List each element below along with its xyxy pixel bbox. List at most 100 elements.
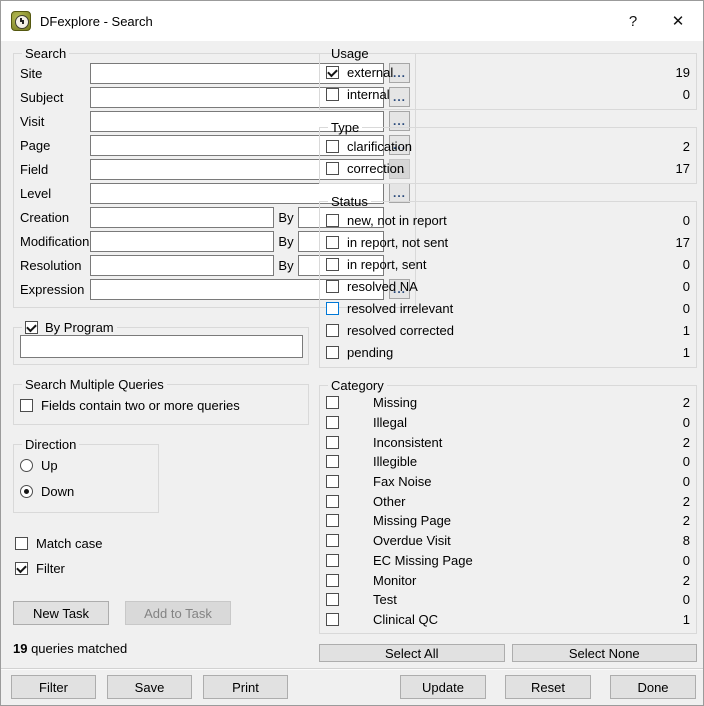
filter-item: Fax Noise 0: [326, 472, 692, 492]
filter-groups: Usageexternal19internal0 Typeclarificatio…: [319, 46, 697, 634]
checkbox-in-report-sent[interactable]: [326, 258, 339, 271]
filter-item: pending1: [326, 341, 692, 363]
filter-item-count: 0: [683, 279, 692, 294]
toggle-label: Match case: [36, 536, 102, 551]
group-title-category: Category: [328, 378, 387, 393]
filter-item: resolved irrelevant 0: [326, 297, 692, 319]
filter-item: Inconsistent2: [326, 432, 692, 452]
filter-item-count: 2: [683, 513, 692, 528]
subject-label: Subject: [20, 90, 90, 105]
filter-item: EC Missing Page0: [326, 551, 692, 571]
by-program-group: By Program: [13, 320, 309, 365]
site-label: Site: [20, 66, 90, 81]
direction-group: Direction UpDown: [13, 437, 159, 513]
field-label: Field: [20, 162, 90, 177]
checkbox-missing-page[interactable]: [326, 514, 339, 527]
checkbox-filter[interactable]: [15, 562, 28, 575]
checkbox-clarification[interactable]: [326, 140, 339, 153]
filter-button[interactable]: Filter: [11, 675, 96, 699]
direction-title: Direction: [22, 437, 79, 452]
new-task-button[interactable]: New Task: [13, 601, 109, 625]
filter-item-label: resolved NA: [347, 279, 418, 294]
filter-item-count: 8: [683, 533, 692, 548]
filter-item: Missing2: [326, 393, 692, 413]
modification-input[interactable]: [90, 231, 274, 252]
group-title-type: Type: [328, 120, 362, 135]
filter-item-label: Missing: [373, 395, 417, 410]
print-button[interactable]: Print: [203, 675, 288, 699]
filter-item-label: Test: [373, 592, 397, 607]
by-label: By: [274, 210, 298, 225]
toggle-label: Filter: [36, 561, 65, 576]
select-none-button[interactable]: Select None: [512, 644, 698, 662]
checkbox-resolved-na[interactable]: [326, 280, 339, 293]
checkbox-other[interactable]: [326, 495, 339, 508]
group-title-status: Status: [328, 194, 371, 209]
filter-item-label: Missing Page: [373, 513, 451, 528]
filter-item-count: 1: [683, 345, 692, 360]
multiple-queries-checkbox[interactable]: [20, 399, 33, 412]
checkbox-clinical-qc[interactable]: [326, 613, 339, 626]
filter-item-label: Fax Noise: [373, 474, 432, 489]
checkbox-inconsistent[interactable]: [326, 436, 339, 449]
checkbox-overdue-visit[interactable]: [326, 534, 339, 547]
group-type: Typeclarification2correction17: [319, 120, 697, 184]
resolution-input[interactable]: [90, 255, 274, 276]
select-all-button[interactable]: Select All: [319, 644, 505, 662]
checkbox-illegible[interactable]: [326, 455, 339, 468]
checkbox-new-not-in-report[interactable]: [326, 214, 339, 227]
checkbox-internal[interactable]: [326, 88, 339, 101]
filter-item-count: 0: [683, 474, 692, 489]
close-button[interactable]: ✕: [655, 1, 701, 41]
by-program-input[interactable]: [20, 335, 303, 358]
filter-item-label: Overdue Visit: [373, 533, 451, 548]
group-status: Statusnew, not in report0in report, not …: [319, 194, 697, 368]
checkbox-resolved-irrelevant[interactable]: [326, 302, 339, 315]
filter-item: resolved NA 0: [326, 275, 692, 297]
radio-down[interactable]: [20, 485, 33, 498]
direction-options: UpDown: [20, 452, 153, 504]
multiple-queries-title: Search Multiple Queries: [22, 377, 167, 392]
filter-item-count: 0: [683, 257, 692, 272]
filter-item: Other2: [326, 491, 692, 511]
app-clock-icon: [11, 11, 31, 31]
checkbox-test[interactable]: [326, 593, 339, 606]
group-category: CategoryMissing2Illegal0Inconsistent2Ill…: [319, 378, 697, 634]
help-button[interactable]: ?: [611, 1, 655, 41]
footer-right-buttons: Update Reset Done: [400, 675, 696, 699]
update-button[interactable]: Update: [400, 675, 486, 699]
reset-button[interactable]: Reset: [505, 675, 591, 699]
checkbox-correction[interactable]: [326, 162, 339, 175]
done-button[interactable]: Done: [610, 675, 696, 699]
checkbox-illegal[interactable]: [326, 416, 339, 429]
titlebar: DFexplore - Search ? ✕: [1, 1, 703, 41]
direction-option-label: Down: [41, 484, 74, 499]
radio-up[interactable]: [20, 459, 33, 472]
save-button[interactable]: Save: [107, 675, 192, 699]
group-usage: Usageexternal19internal0: [319, 46, 697, 110]
filter-item-count: 0: [683, 301, 692, 316]
checkbox-match-case[interactable]: [15, 537, 28, 550]
toggle-match-case: Match case: [15, 531, 309, 556]
by-program-checkbox[interactable]: [25, 321, 38, 334]
checkbox-external[interactable]: [326, 66, 339, 79]
window-title: DFexplore - Search: [40, 14, 153, 29]
filter-item-label: in report, sent: [347, 257, 427, 272]
checkbox-pending[interactable]: [326, 346, 339, 359]
checkbox-monitor[interactable]: [326, 574, 339, 587]
filter-item: external19: [326, 61, 692, 83]
filter-item: clarification2: [326, 135, 692, 157]
filter-item-label: resolved irrelevant: [347, 301, 453, 316]
filter-item: Missing Page 2: [326, 511, 692, 531]
creation-input[interactable]: [90, 207, 274, 228]
expression-label: Expression: [20, 282, 90, 297]
filter-item: Overdue Visit 8: [326, 531, 692, 551]
filter-item-count: 0: [683, 87, 692, 102]
checkbox-missing[interactable]: [326, 396, 339, 409]
checkbox-ec-missing-page[interactable]: [326, 554, 339, 567]
checkbox-in-report-not-sent[interactable]: [326, 236, 339, 249]
checkbox-fax-noise[interactable]: [326, 475, 339, 488]
by-label: By: [274, 234, 298, 249]
filter-item: Monitor2: [326, 570, 692, 590]
checkbox-resolved-corrected[interactable]: [326, 324, 339, 337]
